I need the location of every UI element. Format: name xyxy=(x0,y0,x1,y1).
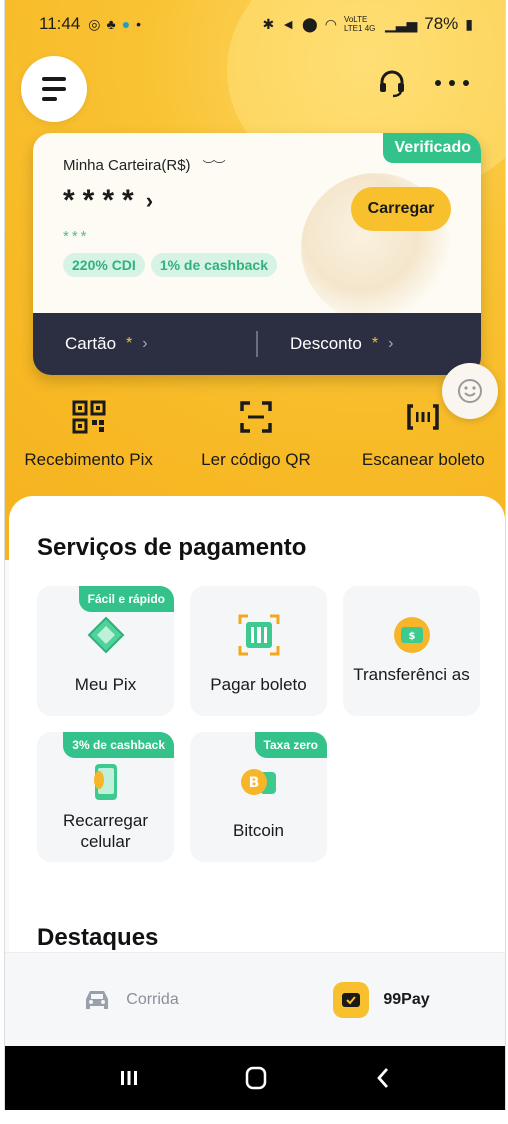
back-icon[interactable] xyxy=(368,1063,398,1093)
signal-icon: ▁▃▅ xyxy=(384,15,418,32)
more-notifications-dot: • xyxy=(136,16,142,32)
qr-code-icon xyxy=(72,400,106,434)
load-button[interactable]: Carregar xyxy=(351,187,451,231)
battery-icon: ▮ xyxy=(465,15,473,32)
svg-text:$: $ xyxy=(408,631,415,642)
menu-button[interactable] xyxy=(21,56,87,122)
transfer-icon: $ xyxy=(393,617,430,653)
boleto-icon xyxy=(238,614,279,656)
card-link[interactable]: Cartão * › xyxy=(33,334,256,354)
notification-icons: ◎ ♣ ● • xyxy=(88,16,141,33)
tab-label: 99Pay xyxy=(383,991,430,1008)
service-meu-pix[interactable]: Fácil e rápido Meu Pix xyxy=(37,586,174,716)
service-pay-boleto[interactable]: Pagar boleto xyxy=(190,586,327,716)
battery-level: 78% xyxy=(424,14,459,33)
service-transfer[interactable]: $ Transferênci as xyxy=(343,586,480,716)
phone-recharge-icon xyxy=(93,764,117,800)
service-label: Meu Pix xyxy=(74,675,137,694)
pix-icon xyxy=(87,616,124,654)
service-tag: Fácil e rápido xyxy=(78,586,174,612)
wallet-label: Minha Carteira(R$) xyxy=(63,157,191,174)
wallet-pay-icon xyxy=(333,982,370,1018)
highlights-title: Destaques xyxy=(37,924,159,951)
home-icon[interactable] xyxy=(241,1063,271,1093)
card-label: Cartão xyxy=(65,334,117,353)
service-label: Bitcoin xyxy=(232,821,285,840)
scan-frame-icon xyxy=(240,401,272,433)
service-label: Pagar boleto xyxy=(210,675,307,694)
mute-icon: ◄ xyxy=(281,16,296,32)
app-screen: 11:44 ◎ ♣ ● • ✱ ◄ ⬤ ◠ VoLTE LTE1 4G ▁▃▅ … xyxy=(4,0,506,1110)
quick-action-read-qr[interactable]: Ler código QR xyxy=(172,400,339,480)
service-phone-recharge[interactable]: 3% de cashback Recarregar celular xyxy=(37,732,174,862)
headset-icon[interactable] xyxy=(377,68,407,98)
status-bar: 11:44 ◎ ♣ ● • ✱ ◄ ⬤ ◠ VoLTE LTE1 4G ▁▃▅ … xyxy=(5,0,505,48)
chevron-right-icon: › xyxy=(388,335,394,352)
tab-label: Corrida xyxy=(126,991,179,1008)
cashback-chip: 1% de cashback xyxy=(150,253,277,277)
discount-value: * xyxy=(371,335,379,352)
service-label: Recarregar celular xyxy=(62,811,149,851)
more-dots-icon[interactable] xyxy=(435,68,469,98)
quick-action-scan-boleto[interactable]: Escanear boleto xyxy=(340,400,505,480)
bitcoin-icon: B xyxy=(240,769,276,795)
status-time: 11:44 xyxy=(39,14,81,33)
verified-badge: Verificado xyxy=(382,133,481,163)
hamburger-icon xyxy=(42,77,66,81)
quick-action-pix[interactable]: Recebimento Pix xyxy=(5,400,172,480)
instagram-icon: ◎ xyxy=(88,15,101,32)
quick-actions: Recebimento Pix Ler código QR Escanear b… xyxy=(5,400,505,480)
wallet-card[interactable]: Verificado Minha Carteira(R$) ︶︶ **** › … xyxy=(33,133,481,375)
app-notification-icon: ♣ xyxy=(106,16,116,32)
service-tag: Taxa zero xyxy=(254,732,327,758)
location-icon: ⬤ xyxy=(302,15,318,32)
svg-text:B: B xyxy=(248,775,259,791)
cdi-chip: 220% CDI xyxy=(63,253,145,277)
balance-value: **** xyxy=(63,184,142,217)
discount-label: Desconto xyxy=(290,334,362,353)
section-title: Serviços de pagamento xyxy=(37,534,307,561)
quick-action-label: Ler código QR xyxy=(201,450,311,469)
bottom-tab-bar: Corrida 99Pay xyxy=(5,952,505,1047)
service-tag: 3% de cashback xyxy=(63,732,174,758)
card-value: * xyxy=(126,335,133,352)
chevron-right-icon: › xyxy=(145,188,154,213)
wifi-icon: ◠ xyxy=(324,15,337,32)
barcode-scan-icon xyxy=(407,404,440,430)
service-label: Transferênci as xyxy=(353,665,470,684)
network-type: VoLTE LTE1 4G xyxy=(343,15,376,33)
services-sheet: Serviços de pagamento Fácil e rápido Meu… xyxy=(9,496,505,966)
tab-corrida[interactable]: Corrida xyxy=(5,953,256,1047)
recents-icon[interactable] xyxy=(114,1063,144,1093)
discount-link[interactable]: Desconto * › xyxy=(258,334,481,354)
quick-action-label: Escanear boleto xyxy=(361,450,485,469)
chevron-right-icon: › xyxy=(142,335,148,352)
system-nav-bar xyxy=(5,1046,505,1110)
service-bitcoin[interactable]: Taxa zero B Bitcoin xyxy=(190,732,327,862)
bluetooth-icon: ✱ xyxy=(262,15,275,32)
tab-99pay[interactable]: 99Pay xyxy=(256,953,505,1047)
hide-balance-icon[interactable]: ︶︶ xyxy=(203,157,226,174)
status-right: ✱ ◄ ⬤ ◠ VoLTE LTE1 4G ▁▃▅ 78% ▮ xyxy=(262,14,473,34)
quick-action-label: Recebimento Pix xyxy=(24,450,153,469)
app-notification-icon-2: ● xyxy=(121,16,131,32)
wallet-footer: Cartão * › Desconto * › xyxy=(33,313,481,375)
car-icon xyxy=(86,991,109,1009)
